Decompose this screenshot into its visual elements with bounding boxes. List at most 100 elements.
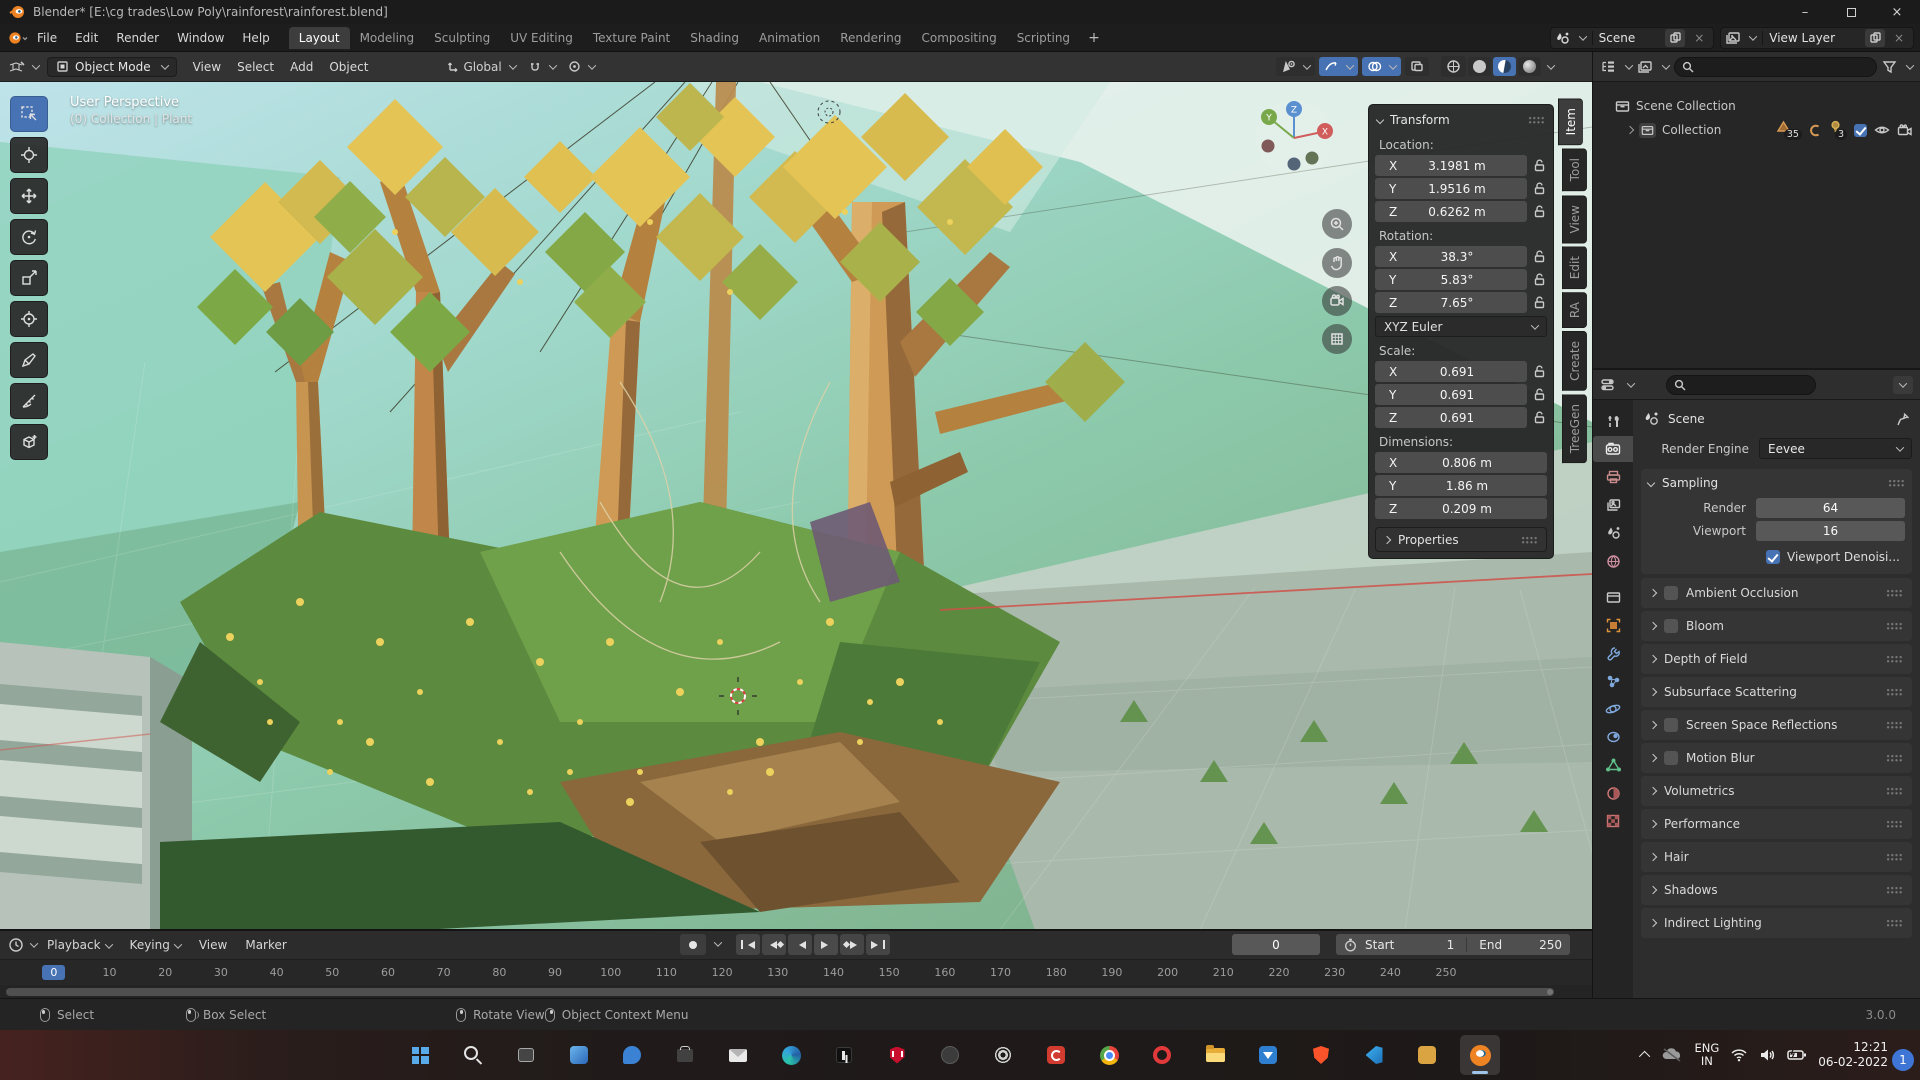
tool-measure[interactable] — [10, 383, 48, 419]
panel-grip[interactable] — [1886, 754, 1903, 762]
lock-icon[interactable] — [1532, 250, 1547, 263]
location-field[interactable]: X 3.1981 m — [1375, 155, 1527, 176]
jump-to-start-button[interactable] — [736, 934, 760, 955]
dimension-field[interactable]: Y 1.86 m — [1375, 475, 1547, 496]
scrollbar-thumb[interactable] — [6, 987, 1554, 996]
frame-tick[interactable]: 80 — [472, 966, 528, 979]
vscode[interactable] — [1354, 1035, 1394, 1075]
gizmos-toggle[interactable] — [1319, 57, 1358, 76]
properties-options-dropdown[interactable] — [1893, 375, 1913, 394]
panel-grip[interactable] — [1886, 820, 1903, 828]
n-panel-tab[interactable]: Edit — [1562, 246, 1587, 290]
topbar-menu-item[interactable]: File — [28, 27, 66, 49]
frame-tick[interactable]: 120 — [694, 966, 750, 979]
viewport-menu-item[interactable]: Select — [229, 56, 282, 78]
scene-selector[interactable]: Scene × — [1549, 26, 1715, 49]
frame-tick[interactable]: 190 — [1084, 966, 1140, 979]
panel-grip[interactable] — [1886, 655, 1903, 663]
tab-scene[interactable] — [1593, 520, 1633, 546]
onedrive-icon[interactable] — [1661, 1047, 1683, 1063]
properties-section[interactable]: Indirect Lighting — [1641, 908, 1912, 938]
panel-grip[interactable] — [1886, 589, 1903, 597]
tab-physics[interactable] — [1593, 696, 1633, 722]
file-explorer[interactable] — [1195, 1035, 1235, 1075]
viewport-samples-field[interactable]: 16 — [1756, 521, 1905, 541]
tab-output[interactable] — [1593, 464, 1633, 490]
rotation-field[interactable]: Z 7.65° — [1375, 292, 1527, 313]
blender-app-menu-icon[interactable] — [6, 30, 28, 46]
proportional-editing-toggle[interactable] — [563, 57, 600, 76]
brave[interactable] — [1301, 1035, 1341, 1075]
timeline-scrollbar[interactable] — [0, 985, 1592, 998]
visibility-dropdown[interactable] — [1276, 57, 1315, 76]
properties-section[interactable]: Hair — [1641, 842, 1912, 872]
clock[interactable]: 12:21 06-02-2022 — [1818, 1040, 1888, 1070]
wifi-icon[interactable] — [1730, 1048, 1748, 1062]
chevron-down-icon[interactable] — [1546, 60, 1556, 70]
frame-tick[interactable]: 250 — [1418, 966, 1474, 979]
mode-selector[interactable]: Object Mode — [47, 56, 177, 77]
n-panel-tab[interactable]: Tool — [1562, 148, 1587, 192]
properties-section[interactable]: Shadows — [1641, 875, 1912, 905]
breadcrumb-label[interactable]: Scene — [1668, 412, 1705, 426]
eye-icon[interactable] — [1874, 124, 1890, 136]
volume-icon[interactable] — [1759, 1048, 1776, 1062]
scale-field[interactable]: Z 0.691 — [1375, 407, 1527, 428]
pan-button[interactable] — [1322, 248, 1352, 278]
workspace-tab[interactable]: Sculpting — [424, 27, 500, 49]
properties-collapsed-panel[interactable]: Properties — [1375, 527, 1547, 552]
dimension-field[interactable]: X 0.806 m — [1375, 452, 1547, 473]
chevron-down-icon[interactable] — [1661, 60, 1671, 70]
view-layer-name[interactable]: View Layer — [1762, 30, 1861, 45]
timeline-marker-menu[interactable]: Marker — [237, 935, 294, 955]
filter-icon[interactable] — [1882, 60, 1897, 74]
tab-view-layer[interactable] — [1593, 492, 1633, 518]
frame-tick[interactable]: 240 — [1363, 966, 1419, 979]
properties-section[interactable]: Subsurface Scattering — [1641, 677, 1912, 707]
viewport-menu-item[interactable]: Object — [321, 56, 376, 78]
chevron-down-icon[interactable] — [1626, 378, 1636, 388]
section-checkbox[interactable] — [1664, 586, 1678, 600]
shading-material-button[interactable] — [1493, 57, 1516, 76]
frame-tick[interactable]: 10 — [82, 966, 138, 979]
maximize-button[interactable] — [1828, 0, 1874, 24]
properties-search-input[interactable] — [1666, 374, 1816, 395]
frame-tick[interactable]: 60 — [360, 966, 416, 979]
start-value[interactable]: 1 — [1402, 938, 1455, 952]
frame-tick[interactable]: 70 — [416, 966, 472, 979]
tool-add-cube[interactable] — [10, 424, 48, 460]
auto-key-button[interactable] — [680, 934, 706, 955]
language-indicator[interactable]: ENG IN — [1694, 1042, 1719, 1068]
frame-tick[interactable]: 130 — [750, 966, 806, 979]
rotation-field[interactable]: Y 5.83° — [1375, 269, 1527, 290]
camera-view-button[interactable] — [1322, 286, 1352, 316]
panel-grip[interactable] — [1886, 721, 1903, 729]
lock-icon[interactable] — [1532, 159, 1547, 172]
shading-wireframe-button[interactable] — [1441, 56, 1466, 77]
tab-particles[interactable] — [1593, 668, 1633, 694]
opera[interactable] — [1142, 1035, 1182, 1075]
location-field[interactable]: Z 0.6262 m — [1375, 201, 1527, 222]
current-frame-field[interactable]: 0 — [1232, 934, 1320, 955]
tab-constraints[interactable] — [1593, 724, 1633, 750]
new-view-layer-button[interactable] — [1865, 28, 1885, 47]
section-checkbox[interactable] — [1664, 751, 1678, 765]
n-panel-tab[interactable]: RA — [1562, 292, 1587, 329]
tab-render[interactable] — [1593, 436, 1633, 462]
panel-grip[interactable] — [1886, 886, 1903, 894]
tray-overflow-icon[interactable] — [1639, 1050, 1651, 1063]
paint[interactable] — [1407, 1035, 1447, 1075]
outliner-search-input[interactable] — [1674, 56, 1877, 77]
chat[interactable] — [612, 1035, 652, 1075]
tab-world[interactable] — [1593, 548, 1633, 574]
chevron-down-icon[interactable] — [1905, 60, 1915, 70]
timeline-ruler[interactable]: 0 10 20 30 40 50 60 70 80 90 100 110 120 130 140 150 160… — [0, 959, 1592, 985]
tool-tweak-select[interactable] — [10, 96, 48, 132]
task-view[interactable] — [506, 1035, 546, 1075]
workspace-tab[interactable]: Scripting — [1007, 27, 1080, 49]
battery-icon[interactable] — [1787, 1049, 1807, 1061]
tool-transform[interactable] — [10, 301, 48, 337]
add-workspace-button[interactable]: + — [1080, 28, 1108, 48]
tab-material[interactable] — [1593, 780, 1633, 806]
topbar-menu-item[interactable]: Edit — [66, 27, 107, 49]
